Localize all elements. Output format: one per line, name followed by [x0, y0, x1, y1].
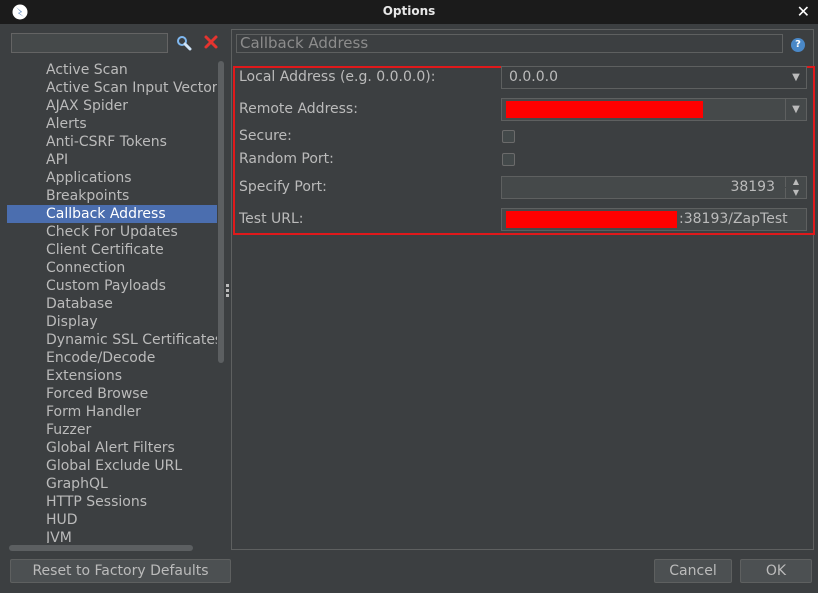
tree-item[interactable]: Global Exclude URL	[7, 457, 217, 475]
secure-checkbox[interactable]	[502, 130, 515, 143]
specify-port-label: Specify Port:	[239, 179, 327, 195]
tree-item[interactable]: Connection	[7, 259, 217, 277]
tree-item[interactable]: Form Handler	[7, 403, 217, 421]
remote-address-label: Remote Address:	[239, 101, 358, 117]
tree-item[interactable]: HTTP Sessions	[7, 493, 217, 511]
tree-item[interactable]: API	[7, 151, 217, 169]
tree-item[interactable]: Extensions	[7, 367, 217, 385]
test-url-field[interactable]: :38193/ZapTest	[501, 208, 807, 231]
close-icon[interactable]: ✕	[797, 2, 810, 21]
splitter-handle-icon[interactable]	[226, 284, 229, 298]
tree-item[interactable]: Applications	[7, 169, 217, 187]
title-bar: Options ✕	[0, 0, 818, 24]
tree-item[interactable]: HUD	[7, 511, 217, 529]
tree-vertical-scrollbar[interactable]	[218, 61, 224, 363]
random-port-label: Random Port:	[239, 151, 334, 167]
ok-button[interactable]: OK	[740, 559, 812, 583]
cancel-button[interactable]: Cancel	[654, 559, 732, 583]
tree-item[interactable]: Encode/Decode	[7, 349, 217, 367]
random-port-checkbox[interactable]	[502, 153, 515, 166]
chevron-down-icon[interactable]: ▼	[785, 99, 806, 120]
tree-item[interactable]: Fuzzer	[7, 421, 217, 439]
tree-item[interactable]: GraphQL	[7, 475, 217, 493]
redacted-test-url-host	[506, 211, 677, 228]
chevron-down-icon[interactable]: ▼	[786, 67, 806, 88]
help-icon[interactable]: ?	[791, 38, 805, 52]
options-tree[interactable]: Active Scan Active Scan Input Vectors AJAX…	[7, 61, 217, 543]
test-url-label: Test URL:	[239, 211, 304, 227]
tree-item[interactable]: Database	[7, 295, 217, 313]
tree-item[interactable]: Breakpoints	[7, 187, 217, 205]
clear-search-icon[interactable]	[203, 34, 219, 50]
reset-defaults-button[interactable]: Reset to Factory Defaults	[10, 559, 231, 583]
spinner-down-icon[interactable]: ▼	[785, 188, 806, 198]
port-spinner[interactable]: 38193 ▲ ▼	[501, 176, 807, 199]
tree-item[interactable]: Check For Updates	[7, 223, 217, 241]
tree-item[interactable]: Global Alert Filters	[7, 439, 217, 457]
local-address-combo[interactable]: 0.0.0.0 ▼	[501, 66, 807, 89]
secure-label: Secure:	[239, 128, 292, 144]
tree-item[interactable]: Anti-CSRF Tokens	[7, 133, 217, 151]
remote-address-combo[interactable]: ▼	[501, 98, 807, 121]
tree-item[interactable]: Active Scan	[7, 61, 217, 79]
window-title: Options	[382, 4, 436, 18]
tree-horizontal-scrollbar[interactable]	[9, 545, 193, 551]
tree-item[interactable]: Dynamic SSL Certificates	[7, 331, 217, 349]
panel-title: Callback Address	[236, 34, 783, 53]
tree-item[interactable]: Active Scan Input Vectors	[7, 79, 217, 97]
tree-item[interactable]: Display	[7, 313, 217, 331]
tree-item[interactable]: Forced Browse	[7, 385, 217, 403]
options-search-input[interactable]	[11, 33, 168, 53]
tree-item[interactable]: Custom Payloads	[7, 277, 217, 295]
redacted-remote-address	[506, 101, 703, 118]
search-icon[interactable]	[176, 35, 192, 51]
tree-item[interactable]: Callback Address	[7, 205, 217, 223]
port-value[interactable]: 38193	[730, 179, 775, 195]
local-address-value: 0.0.0.0	[509, 69, 558, 85]
tree-item[interactable]: JVM	[7, 529, 217, 543]
tree-item[interactable]: Alerts	[7, 115, 217, 133]
spinner-up-icon[interactable]: ▲	[785, 177, 806, 187]
tree-item[interactable]: AJAX Spider	[7, 97, 217, 115]
tree-item[interactable]: Client Certificate	[7, 241, 217, 259]
test-url-suffix: :38193/ZapTest	[679, 211, 788, 227]
local-address-label: Local Address (e.g. 0.0.0.0):	[239, 69, 436, 85]
